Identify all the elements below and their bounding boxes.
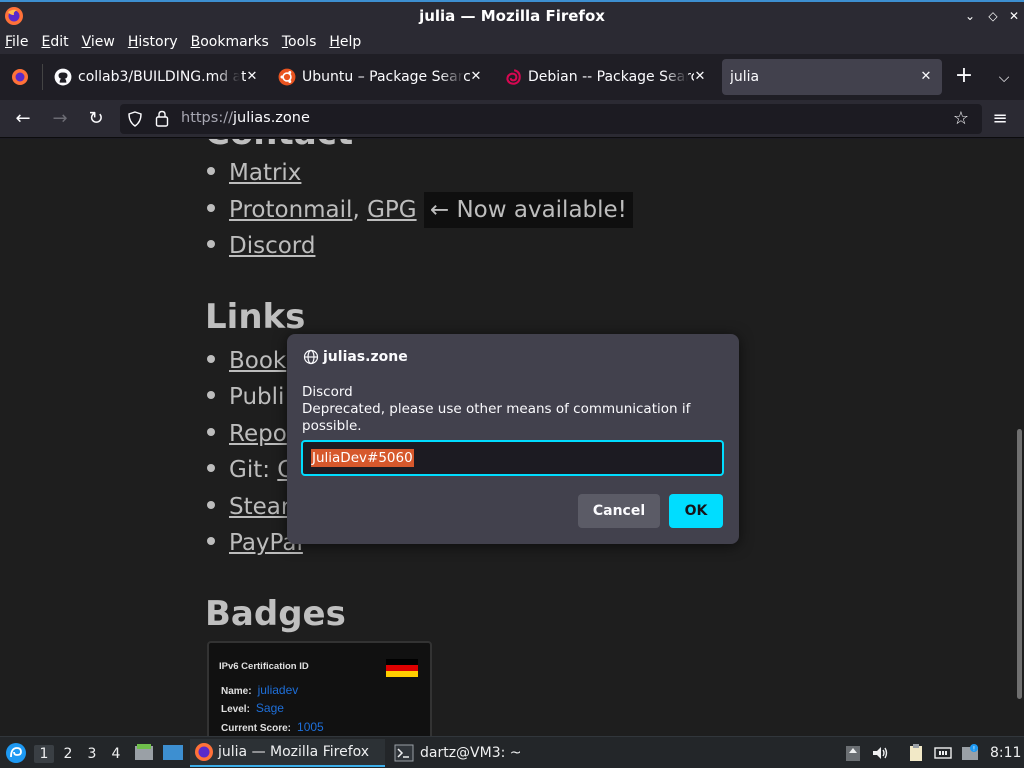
list-item: Discord [207, 233, 315, 259]
matrix-link[interactable]: Matrix [229, 160, 301, 186]
tab-debian[interactable]: Debian -- Package Search ✕ [498, 59, 716, 95]
menu-file[interactable]: File [5, 34, 28, 50]
list-item: Book [207, 348, 286, 374]
menu-history[interactable]: History [128, 34, 178, 50]
volume-icon[interactable] [870, 743, 890, 763]
lock-icon[interactable] [154, 110, 170, 127]
svg-text:!: ! [973, 746, 975, 753]
steam-link[interactable]: Stear [229, 494, 290, 520]
clock[interactable]: 8:11 [990, 745, 1021, 761]
firefox-icon [195, 743, 213, 761]
list-item: Repo [207, 421, 287, 447]
list-item: Publi [207, 384, 284, 410]
list-item: Protonmail, GPG ← Now available! [207, 192, 633, 228]
menu-edit[interactable]: Edit [41, 34, 68, 50]
ok-button[interactable]: OK [669, 494, 723, 528]
globe-icon [303, 349, 319, 365]
url-bar[interactable]: https://julias.zone [120, 104, 982, 134]
prompt-dialog: julias.zone Discord Deprecated, please u… [287, 334, 739, 544]
tab-divider [42, 64, 43, 90]
germany-flag-icon [386, 659, 418, 677]
gpg-link[interactable]: GPG [367, 197, 417, 223]
app-menu-icon[interactable]: ≡ [989, 108, 1011, 130]
new-tab-icon[interactable]: + [953, 65, 975, 87]
task-firefox[interactable]: julia — Mozilla Firefox [190, 739, 385, 767]
workspace-3[interactable]: 3 [82, 745, 102, 763]
minimize-icon[interactable]: ⌄ [962, 8, 978, 24]
list-item: Matrix [207, 160, 301, 186]
github-icon [54, 68, 72, 86]
tab-close-icon[interactable]: ✕ [244, 69, 260, 85]
dialog-header: julias.zone [303, 349, 408, 365]
network-icon[interactable] [933, 743, 953, 763]
tab-github[interactable]: collab3/BUILDING.md at ✕ [50, 59, 268, 95]
terminal-icon [394, 744, 414, 762]
task-terminal[interactable]: dartz@VM3: ~ [392, 739, 532, 767]
shield-icon[interactable] [127, 111, 143, 127]
repo-link[interactable]: Repo [229, 421, 287, 447]
list-item: Git: C [207, 457, 293, 483]
tray-arrow-icon[interactable] [843, 743, 863, 763]
discord-link[interactable]: Discord [229, 233, 315, 259]
links-heading: Links [205, 297, 306, 337]
badge-title: IPv6 Certification ID [219, 661, 309, 672]
forward-icon[interactable]: → [49, 108, 71, 130]
list-item: Stear [207, 494, 290, 520]
page-scrollbar[interactable] [1017, 429, 1022, 699]
close-icon[interactable]: ✕ [1006, 8, 1022, 24]
menu-tools[interactable]: Tools [282, 34, 317, 50]
book-link[interactable]: Book [229, 348, 286, 374]
now-available-note: ← Now available! [423, 192, 633, 228]
tab-close-icon[interactable]: ✕ [468, 69, 484, 85]
tab-close-icon[interactable]: ✕ [692, 69, 708, 85]
dialog-input-value: JuliaDev#5060 [311, 449, 414, 467]
menu-bookmarks[interactable]: Bookmarks [191, 34, 269, 50]
workspace-4[interactable]: 4 [106, 745, 126, 763]
start-menu-icon[interactable] [5, 742, 27, 764]
show-desktop-icon[interactable] [162, 743, 184, 763]
badge-score-value: 1005 [297, 720, 324, 734]
tab-close-icon[interactable]: ✕ [918, 69, 934, 85]
taskbar: 1 2 3 4 julia — Mozilla Firefox dartz@VM… [0, 736, 1024, 768]
url-text[interactable]: https://julias.zone [181, 110, 310, 126]
window-title: julia — Mozilla Firefox [419, 7, 605, 25]
tab-julia[interactable]: julia ✕ [722, 59, 942, 95]
menu-bar: File Edit View History Bookmarks Tools H… [0, 30, 1024, 54]
maximize-icon[interactable]: ◇ [985, 8, 1001, 24]
dialog-message: Discord Deprecated, please use other mea… [302, 384, 691, 434]
firefox-icon [5, 7, 23, 25]
firefox-view-icon[interactable] [10, 67, 30, 87]
contact-heading: Contact [205, 139, 353, 153]
reload-icon[interactable]: ↻ [85, 108, 107, 130]
workspace-2[interactable]: 2 [58, 745, 78, 763]
tab-ubuntu[interactable]: Ubuntu – Package Search ✕ [274, 59, 492, 95]
badge-level-value: Sage [255, 701, 284, 715]
clipboard-icon[interactable] [906, 743, 926, 763]
cancel-button[interactable]: Cancel [578, 494, 660, 528]
tab-bar: collab3/BUILDING.md at ✕ Ubuntu – Packag… [0, 54, 1024, 100]
menu-view[interactable]: View [82, 34, 115, 50]
ubuntu-icon [278, 68, 296, 86]
notifications-icon[interactable]: ! [960, 743, 980, 763]
nav-bar: ← → ↻ https://julias.zone ☆ ≡ [0, 100, 1024, 138]
list-all-tabs-icon[interactable]: ⌵ [993, 67, 1015, 89]
bookmark-star-icon[interactable]: ☆ [950, 108, 972, 130]
ipv6-certification-badge[interactable]: IPv6 Certification ID Name: juliadev Leve… [207, 641, 432, 736]
workspace-1[interactable]: 1 [34, 745, 54, 763]
dialog-text-input[interactable]: JuliaDev#5060 [301, 440, 724, 476]
badge-name-value: juliadev [257, 683, 299, 697]
menu-help[interactable]: Help [329, 34, 361, 50]
debian-icon [506, 69, 521, 85]
back-icon[interactable]: ← [12, 108, 34, 130]
badges-heading: Badges [205, 594, 346, 634]
protonmail-link[interactable]: Protonmail [229, 197, 352, 223]
dialog-origin: julias.zone [323, 349, 408, 365]
file-manager-icon[interactable] [134, 743, 154, 763]
window-titlebar: julia — Mozilla Firefox ⌄ ◇ ✕ [0, 0, 1024, 30]
